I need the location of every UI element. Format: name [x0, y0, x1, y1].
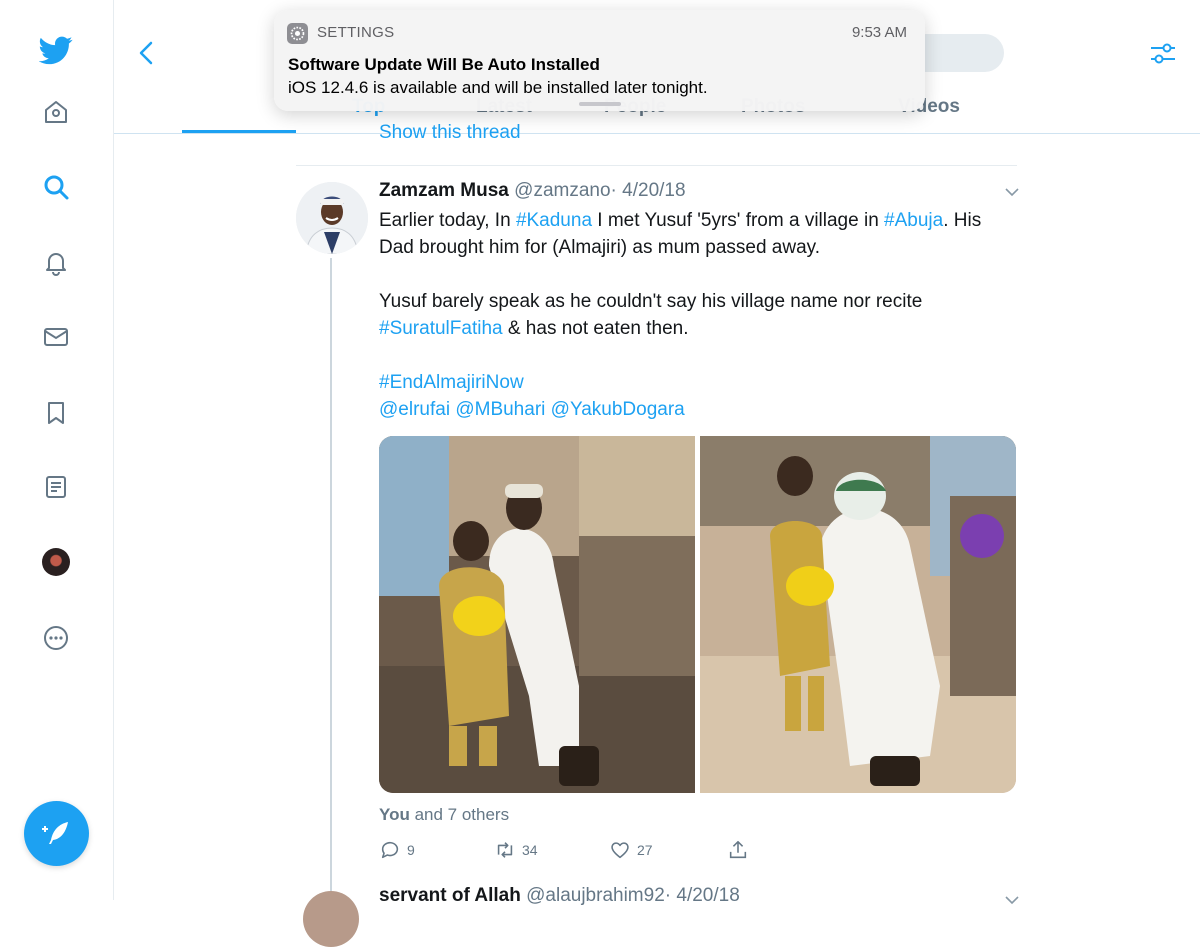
- settings-gear-icon: [287, 23, 308, 44]
- thread-connector-line: [330, 258, 332, 900]
- tweet-header: Zamzam Musa @zamzano· 4/20/18: [379, 180, 686, 202]
- lists-icon[interactable]: [36, 467, 76, 507]
- more-options-icon[interactable]: [36, 618, 76, 658]
- notification-grabber[interactable]: [579, 102, 621, 106]
- tweet-text-segment: I met Yusuf '5yrs' from a village in: [592, 210, 885, 231]
- compose-feather-icon: [41, 821, 68, 844]
- tweet-author-handle[interactable]: @zamzano: [514, 180, 610, 201]
- tweet-date[interactable]: · 4/20/18: [611, 180, 686, 201]
- tweet-divider: [296, 165, 1017, 166]
- liked-by-others: and 7 others: [409, 805, 510, 824]
- next-tweet-header: servant of Allah @alaujbrahim92· 4/20/18: [379, 885, 740, 907]
- retweet-icon: [497, 842, 513, 858]
- reply-button[interactable]: 9: [379, 839, 415, 861]
- notification-time: 9:53 AM: [851, 24, 907, 41]
- hashtag-link[interactable]: #SuratulFatiha: [379, 318, 503, 339]
- notification-title: Software Update Will Be Auto Installed: [288, 55, 600, 74]
- notifications-bell-icon[interactable]: [36, 242, 76, 282]
- tweet-media-grid: [379, 436, 1016, 793]
- notification-app-name: SETTINGS: [317, 24, 395, 41]
- back-arrow-icon[interactable]: [132, 38, 162, 68]
- tweet-text-segment: Yusuf barely speak as he couldn't say hi…: [379, 291, 923, 312]
- share-icon: [729, 840, 747, 859]
- next-tweet-avatar[interactable]: [303, 891, 359, 947]
- notification-body: iOS 12.4.6 is available and will be inst…: [288, 78, 708, 97]
- next-tweet-handle[interactable]: @alaujbrahim92: [526, 885, 665, 906]
- active-tab-indicator: [182, 130, 296, 133]
- mention-link[interactable]: @elrufai: [379, 399, 450, 420]
- tweet-actions: 9 34 27: [379, 839, 1019, 865]
- notification-banner[interactable]: SETTINGS 9:53 AM Software Update Will Be…: [274, 10, 925, 111]
- next-tweet-options-chevron-icon[interactable]: [1003, 892, 1021, 908]
- home-icon[interactable]: [36, 92, 76, 132]
- profile-avatar[interactable]: [42, 548, 70, 576]
- reply-count: 9: [407, 842, 415, 858]
- tweet-photo-2[interactable]: [700, 436, 1016, 793]
- tweet-photo-1[interactable]: [379, 436, 695, 793]
- tweet-author-avatar[interactable]: [296, 182, 368, 254]
- like-button[interactable]: 27: [609, 839, 653, 861]
- next-tweet-date[interactable]: · 4/20/18: [665, 885, 740, 906]
- search-filter-icon[interactable]: [1148, 38, 1178, 68]
- liked-by-you: You: [379, 805, 410, 824]
- hashtag-link[interactable]: #Kaduna: [516, 210, 592, 231]
- bookmarks-icon[interactable]: [36, 393, 76, 433]
- tweet-options-chevron-icon[interactable]: [1003, 184, 1021, 200]
- retweet-count: 34: [522, 842, 538, 858]
- like-count: 27: [637, 842, 653, 858]
- hashtag-link[interactable]: #Abuja: [884, 210, 943, 231]
- next-tweet-author-name[interactable]: servant of Allah: [379, 885, 521, 906]
- retweet-button[interactable]: 34: [494, 839, 538, 861]
- heart-icon: [611, 842, 629, 859]
- twitter-logo-icon[interactable]: [36, 30, 76, 70]
- hashtag-link[interactable]: #EndAlmajiriNow: [379, 372, 524, 393]
- mention-link[interactable]: @YakubDogara: [551, 399, 685, 420]
- reply-icon: [381, 841, 399, 859]
- mention-link[interactable]: @MBuhari: [455, 399, 545, 420]
- share-button[interactable]: [727, 839, 749, 861]
- tweet-author-name[interactable]: Zamzam Musa: [379, 180, 509, 201]
- search-icon[interactable]: [36, 167, 76, 207]
- messages-envelope-icon[interactable]: [36, 317, 76, 357]
- left-nav: [0, 0, 114, 900]
- tweet-text-segment: Earlier today, In: [379, 210, 516, 231]
- compose-tweet-button[interactable]: [24, 801, 89, 866]
- liked-by-summary[interactable]: You and 7 others: [379, 805, 509, 825]
- show-thread-link[interactable]: Show this thread: [379, 122, 521, 144]
- tweet-text: Earlier today, In #Kaduna I met Yusuf '5…: [379, 207, 1019, 423]
- tweet-text-segment: & has not eaten then.: [502, 318, 689, 339]
